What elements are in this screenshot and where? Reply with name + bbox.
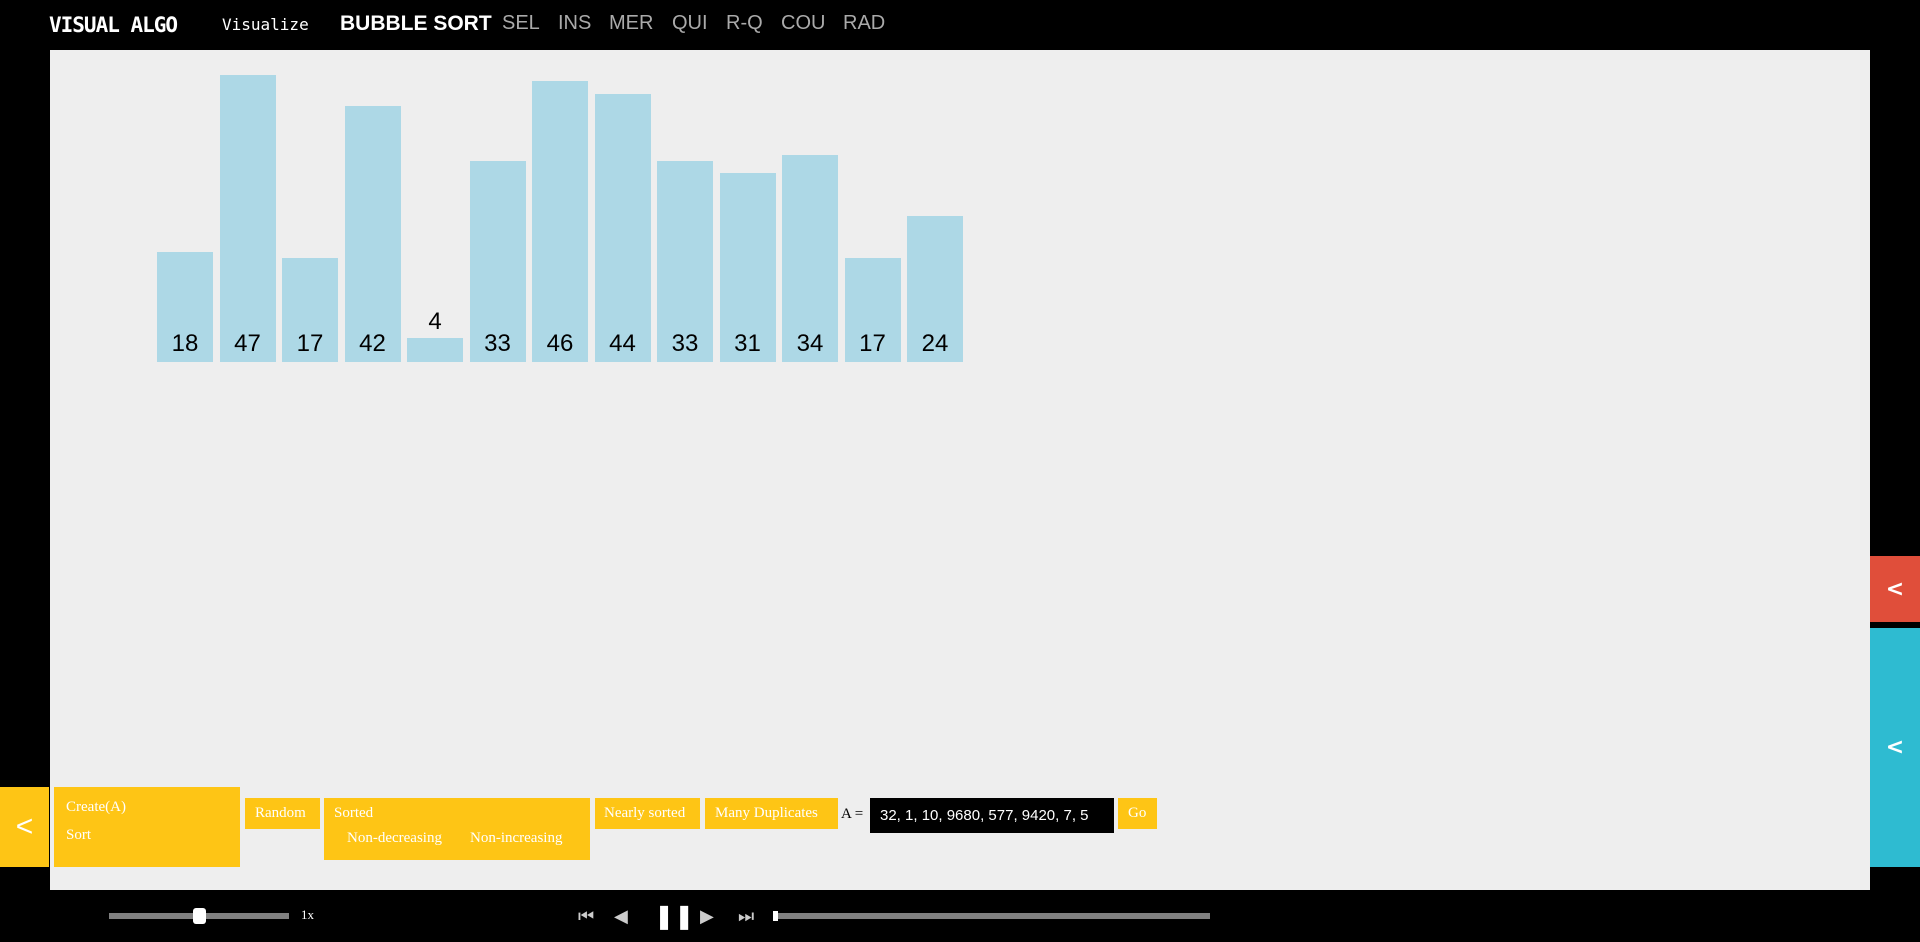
bar-6 [532, 81, 588, 362]
go-button[interactable]: Go [1118, 798, 1157, 829]
bar-label-4: 4 [428, 307, 442, 335]
bar-label-3: 42 [359, 330, 386, 357]
non-decreasing-button[interactable]: Non-decreasing [347, 830, 442, 847]
bar-label-8: 33 [671, 330, 699, 357]
logo[interactable]: VISUAL ALGO [49, 13, 178, 37]
nearly-sorted-label: Nearly sorted [604, 805, 686, 821]
nav-mer[interactable]: MER [609, 12, 653, 35]
many-duplicates-button[interactable]: Many Duplicates [705, 798, 838, 829]
go-to-start-icon[interactable]: ⏮ [578, 905, 594, 927]
nav-ins[interactable]: INS [558, 12, 591, 35]
bar-label-5: 33 [484, 330, 511, 357]
progress-handle[interactable] [773, 911, 778, 921]
sort-action[interactable]: Sort [66, 827, 91, 844]
visualize-link[interactable]: Visualize [222, 15, 309, 34]
random-button[interactable]: Random [245, 798, 320, 829]
bar-label-1: 47 [234, 330, 261, 357]
array-input[interactable] [870, 798, 1114, 833]
bar-label-12: 24 [921, 330, 949, 357]
create-action[interactable]: Create(A) [66, 799, 126, 816]
pause-icon[interactable]: ❚❚ [654, 902, 694, 930]
chevron-left-icon: < [1885, 576, 1905, 602]
step-backward-icon[interactable]: ◀ [614, 905, 628, 927]
bar-label-10: 34 [796, 330, 824, 357]
top-nav: VISUAL ALGO Visualize BUBBLE SORT SEL IN… [0, 0, 1920, 50]
nav-sel[interactable]: SEL [502, 12, 540, 35]
nav-qui[interactable]: QUI [672, 12, 708, 35]
many-duplicates-label: Many Duplicates [715, 805, 818, 821]
non-increasing-button[interactable]: Non-increasing [470, 830, 562, 847]
sorted-label: Sorted [334, 805, 374, 821]
go-to-end-icon[interactable]: ⏭ [738, 905, 754, 927]
nearly-sorted-button[interactable]: Nearly sorted [595, 798, 700, 829]
nav-r-q[interactable]: R-Q [726, 12, 763, 35]
bar-label-7: 44 [609, 330, 636, 357]
speed-label: 1x [301, 907, 314, 922]
visualization-canvas: 18 47 17 42 4 33 46 44 33 31 34 17 24 [50, 50, 1870, 890]
bar-label-11: 17 [859, 330, 886, 357]
bar-4 [407, 337, 463, 362]
expand-code-panel-button[interactable]: < [1870, 628, 1920, 867]
nav-cou[interactable]: COU [781, 12, 825, 35]
random-label: Random [255, 805, 306, 821]
bar-1 [219, 75, 276, 362]
step-forward-icon[interactable]: ▶ [700, 905, 714, 927]
actions-menu: Create(A) Sort [54, 787, 240, 867]
bar-label-9: 31 [734, 330, 761, 357]
bar-label-0: 18 [171, 330, 199, 357]
chevron-left-icon: < [1885, 735, 1905, 760]
go-label: Go [1128, 805, 1147, 821]
expand-status-panel-button[interactable]: < [1870, 556, 1920, 622]
progress-bar[interactable] [773, 913, 1210, 919]
nav-rad[interactable]: RAD [843, 12, 885, 35]
speed-slider-handle[interactable] [193, 908, 206, 924]
bar-label-6: 46 [546, 330, 574, 357]
bar-label-2: 17 [296, 330, 324, 357]
bar-3 [344, 105, 401, 362]
array-label: A = [841, 806, 864, 822]
sorted-menu[interactable]: Sorted Non-decreasing Non-increasing [324, 798, 590, 860]
collapse-actions-button[interactable]: < [0, 787, 49, 867]
bar-7 [594, 93, 651, 362]
current-algorithm-title: BUBBLE SORT [340, 12, 492, 35]
